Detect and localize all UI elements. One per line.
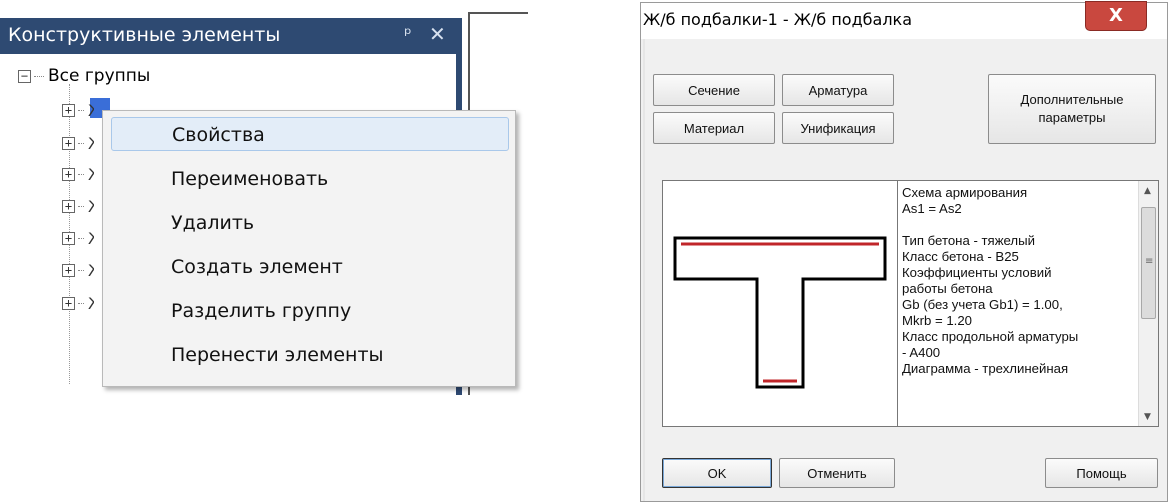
collapse-icon[interactable]: − (18, 69, 31, 83)
tree-item-label: Ж (88, 197, 94, 216)
menu-item-create-element[interactable]: Создать элемент (111, 250, 509, 284)
description-line (902, 217, 1134, 233)
description-line: Gb (без учета Gb1) = 1.00, (902, 297, 1063, 312)
tree-item-label: Ж (88, 134, 94, 153)
additional-parameters-button[interactable]: Дополнительные параметры (988, 74, 1156, 144)
expand-icon[interactable]: + (62, 297, 75, 310)
menu-item-delete[interactable]: Удалить (111, 206, 509, 240)
tree-item[interactable]: + Ж (62, 294, 94, 313)
tree-item[interactable]: + Ж (62, 261, 94, 280)
tree-connector (78, 206, 84, 207)
tree-root-all-groups[interactable]: − Все группы (18, 66, 150, 86)
menu-item-move-elements[interactable]: Перенести элементы (111, 338, 509, 372)
description-line: Класс бетона - B25 (902, 249, 1019, 264)
tee-section-drawing (673, 236, 887, 389)
tree-item[interactable]: + Ж (62, 134, 94, 153)
description-line: Тип бетона - тяжелый (902, 233, 1035, 248)
expand-icon[interactable]: + (62, 232, 75, 245)
description-box[interactable]: Схема армирования As1 = As2 Тип бетона -… (897, 180, 1159, 427)
panel-header: Конструктивные элементы ᵖ ✕ (0, 18, 462, 54)
description-line: Коэффициенты условий (902, 265, 1052, 280)
additional-parameters-label: параметры (1038, 110, 1106, 125)
tree-connector (78, 270, 84, 271)
tree-item-label: Ж (88, 165, 94, 184)
expand-icon[interactable]: + (62, 104, 75, 117)
tee-section-outline (673, 236, 887, 389)
tree-item[interactable]: + Ж (62, 165, 94, 184)
help-button[interactable]: Помощь (1045, 458, 1158, 488)
expand-icon[interactable]: + (62, 168, 75, 181)
rebar-button[interactable]: Арматура (782, 74, 894, 106)
dialog-titlebar: Ж/б подбалки-1 - Ж/б подбалка X (641, 1, 1167, 39)
material-button[interactable]: Материал (653, 112, 775, 144)
tree-connector (78, 174, 84, 175)
tree-item-label: Ж (88, 229, 94, 248)
description-line: Схема армирования (902, 185, 1028, 200)
description-text: Схема армирования As1 = As2 Тип бетона -… (902, 185, 1134, 377)
tree-item-label: Ж (88, 261, 94, 280)
tree-item-label: Ж (88, 101, 94, 120)
pin-icon[interactable]: ᵖ (404, 24, 412, 45)
description-line: Диаграмма - трехлинейная (902, 361, 1069, 376)
menu-item-properties[interactable]: Свойства (111, 117, 509, 151)
panel-title: Конструктивные элементы (8, 24, 281, 46)
tree-item[interactable]: + Ж (62, 101, 94, 120)
description-line: As1 = As2 (902, 201, 962, 216)
scroll-thumb[interactable]: ≡ (1141, 207, 1156, 319)
tree-root-label: Все группы (48, 66, 151, 86)
menu-item-split-group[interactable]: Разделить группу (111, 294, 509, 328)
tree-connector (34, 75, 44, 77)
tree-connector (78, 143, 84, 144)
tree-connector (78, 238, 84, 239)
expand-icon[interactable]: + (62, 200, 75, 213)
unification-button[interactable]: Унификация (782, 112, 894, 144)
cancel-button[interactable]: Отменить (779, 458, 895, 488)
scroll-down-icon[interactable]: ▼ (1144, 412, 1151, 422)
description-line: работы бетона (902, 281, 993, 296)
section-preview (662, 180, 898, 427)
vertical-scrollbar[interactable]: ▲ ≡ ▼ (1138, 181, 1158, 426)
context-menu: Свойства Переименовать Удалить Создать э… (102, 110, 516, 387)
tree-item[interactable]: + Ж (62, 229, 94, 248)
tree-connector (78, 110, 84, 111)
expand-icon[interactable]: + (62, 264, 75, 277)
description-line: Mkrb = 1.20 (902, 313, 973, 328)
scroll-up-icon[interactable]: ▲ (1144, 186, 1151, 196)
section-button[interactable]: Сечение (653, 74, 775, 106)
close-icon[interactable]: ✕ (429, 22, 446, 46)
divider (468, 12, 528, 14)
tree-item[interactable]: + Ж (62, 197, 94, 216)
dialog-close-button[interactable]: X (1085, 1, 1147, 31)
additional-parameters-label: Дополнительные (1020, 92, 1124, 107)
tree-item-label: Ж (88, 294, 94, 313)
ok-button[interactable]: OK (662, 458, 772, 488)
dialog-title: Ж/б подбалки-1 - Ж/б подбалка (643, 10, 913, 29)
description-line: Класс продольной арматуры (902, 329, 1079, 344)
description-line: - A400 (902, 345, 941, 360)
menu-item-rename[interactable]: Переименовать (111, 162, 509, 196)
expand-icon[interactable]: + (62, 137, 75, 150)
grip-icon: ≡ (1145, 256, 1154, 267)
tree-connector (78, 303, 84, 304)
